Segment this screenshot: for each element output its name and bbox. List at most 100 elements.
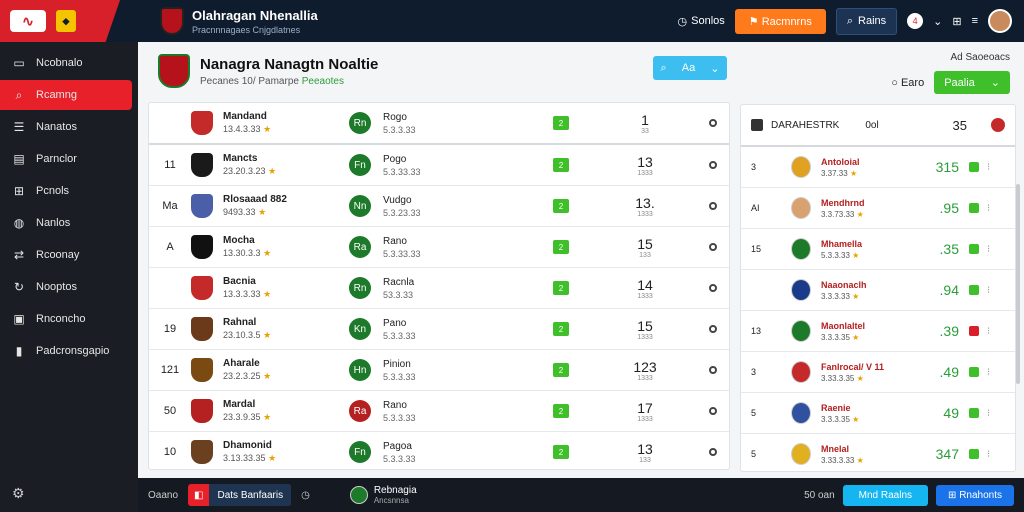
- team-date-text: 23.3.9.35: [223, 412, 261, 422]
- table-row[interactable]: 19 Rahnal 23.10.3.5 ★ Kn Pano 5.3.3.33 2…: [149, 309, 729, 350]
- table-row[interactable]: 121 Aharale 23.2.3.25 ★ Hn Pinion 5.3.3.…: [149, 350, 729, 391]
- radio-icon[interactable]: [709, 243, 717, 251]
- team-name: Mendhrnd: [821, 197, 865, 208]
- more-icon[interactable]: ⁝: [987, 203, 990, 214]
- list-item[interactable]: 3 Antoloial 3.37.33 ★ 315 ⁝: [741, 147, 1015, 188]
- opponent-name: Rano: [383, 399, 407, 411]
- table-row[interactable]: A Mocha 13.30.3.3 ★ Ra Rano 5.3.33.33 2 …: [149, 227, 729, 268]
- team-date: 23.2.3.25 ★: [223, 371, 349, 382]
- grid-icon[interactable]: ⊞: [952, 15, 961, 28]
- sidebar-item-2[interactable]: ☰ Nanatos: [0, 112, 138, 142]
- team-name: Aharale: [223, 358, 260, 369]
- search-button[interactable]: ⌕ Rains: [835, 7, 898, 35]
- sidebar-item-8[interactable]: ▣ Rnconcho: [0, 304, 138, 334]
- list-item[interactable]: 15 Mhamella 5.3.3.33 ★ .35 ⁝: [741, 229, 1015, 270]
- position: AI: [751, 203, 760, 213]
- bottom-bar: Oaano ◧ Dats Banfaaris ◷ Rebnagia Ancsnn…: [138, 478, 1024, 512]
- sidebar-item-6[interactable]: ⇄ Rcoonay: [0, 240, 138, 270]
- opponent-icon: Nn: [349, 195, 371, 217]
- main-content: Nanagra Nanagtn Noaltie Pecanes 10/ Pama…: [138, 42, 1024, 478]
- cyan-button[interactable]: Mnd Raalns: [842, 484, 929, 506]
- score-cell: 14 1333: [625, 277, 665, 300]
- form-badge: [969, 285, 979, 295]
- more-icon[interactable]: ⁝: [987, 285, 990, 296]
- scrollbar[interactable]: [1016, 184, 1020, 384]
- standings-tag: 0ol: [865, 119, 879, 131]
- team-date: 9493.33 ★: [223, 207, 349, 218]
- more-icon[interactable]: ⁝: [987, 408, 990, 419]
- notification-icon[interactable]: 4: [907, 13, 924, 29]
- team-date: 23.3.9.35 ★: [223, 412, 349, 423]
- chevron-down-icon: ⌄: [710, 62, 720, 75]
- green-dropdown-button[interactable]: Paalia ⌄: [934, 71, 1010, 94]
- top-bar: ∿ ◆ Olahragan Nhenallia Pracnnnagaes Cnj…: [0, 0, 1024, 42]
- sidebar-item-9[interactable]: ▮ Padcronsgapio: [0, 336, 138, 366]
- top-link[interactable]: ◷ Sonlos: [678, 15, 725, 28]
- more-icon[interactable]: ⁝: [987, 367, 990, 378]
- sidebar-item-3[interactable]: ▤ Parnclor: [0, 144, 138, 174]
- globe-icon: ◍: [13, 216, 25, 230]
- menu-icon[interactable]: ≡: [972, 15, 978, 27]
- row-number: A: [166, 241, 174, 253]
- opponent-cell: Pano 5.3.3.33: [383, 318, 553, 341]
- filter-dropdown[interactable]: ⌕ Aa ⌄: [653, 56, 727, 80]
- star-icon: ★: [263, 248, 272, 258]
- sidebar-item-1[interactable]: ⌕ Rcamng: [0, 80, 132, 110]
- team-date-text: 3.37.33: [821, 168, 848, 178]
- table-row[interactable]: Bacnia 13.3.3.33 ★ Rn Racnla 53.3.33 2 1…: [149, 268, 729, 309]
- brand-logo-area[interactable]: ∿ ◆: [0, 0, 120, 42]
- radio-icon[interactable]: [709, 161, 717, 169]
- points: .94: [939, 282, 959, 298]
- more-icon[interactable]: ⁝: [987, 244, 990, 255]
- team-name: Raenie: [821, 402, 851, 413]
- chevron-down-icon[interactable]: ⌄: [933, 15, 942, 28]
- info-icon[interactable]: ◷: [301, 490, 310, 501]
- more-icon[interactable]: ⁝: [987, 326, 990, 337]
- more-icon[interactable]: ⁝: [987, 449, 990, 460]
- opponent-name: Pano: [383, 317, 407, 329]
- radio-icon[interactable]: [709, 366, 717, 374]
- radio-button[interactable]: ○ Earo: [891, 77, 924, 89]
- settings-icon[interactable]: ⚙: [12, 485, 25, 502]
- opponent-icon-label: Nn: [353, 200, 367, 212]
- team-crest: [791, 402, 811, 424]
- data-button[interactable]: ◧ Dats Banfaaris: [188, 484, 292, 506]
- sidebar-item-5[interactable]: ◍ Nanlos: [0, 208, 138, 238]
- list-item[interactable]: Naaonaclh 3.3.3.33 ★ .94 ⁝: [741, 270, 1015, 311]
- record-icon[interactable]: [991, 118, 1005, 132]
- list-item[interactable]: 13 Maonlaltel 3.3.3.35 ★ .39 ⁝: [741, 311, 1015, 352]
- avatar[interactable]: [988, 9, 1012, 33]
- table-row[interactable]: Ma Rlosaaad 882 9493.33 ★ Nn Vudgo 5.3.2…: [149, 186, 729, 227]
- radio-icon[interactable]: [709, 284, 717, 292]
- radio-icon[interactable]: [709, 325, 717, 333]
- club-subtitle: Pracnnnagaes Cnjgdlatnes: [192, 24, 301, 35]
- sidebar-item-7[interactable]: ↻ Nooptos: [0, 272, 138, 302]
- orange-button[interactable]: ⚑ Racmnrns: [734, 8, 826, 34]
- team-date: 13.4.3.33 ★: [223, 124, 349, 135]
- radio-icon[interactable]: [709, 202, 717, 210]
- table-row[interactable]: 50 Mardal 23.3.9.35 ★ Ra Rano 5.3.3.33 2…: [149, 391, 729, 432]
- team-date-text: 23.10.3.5: [223, 330, 261, 340]
- sidebar-item-0[interactable]: ▭ Ncobnalo: [0, 48, 138, 78]
- star-icon: ★: [849, 168, 858, 178]
- player-card[interactable]: Rebnagia Ancsnnsa: [349, 485, 417, 505]
- status-badge: 2: [553, 281, 569, 295]
- list-item[interactable]: AI Mendhrnd 3.3.73.33 ★ .95 ⁝: [741, 188, 1015, 229]
- more-icon[interactable]: ⁝: [987, 162, 990, 173]
- radio-icon[interactable]: [709, 448, 717, 456]
- list-item[interactable]: 3 Fanlrocal/ V 11 3.33.3.35 ★ .49 ⁝: [741, 352, 1015, 393]
- opponent-icon: Hn: [349, 359, 371, 381]
- status-badge: 2: [553, 445, 569, 459]
- table-row[interactable]: 10 Dhamonid 3.13.33.35 ★ Fn Pagoa 5.3.3.…: [149, 432, 729, 469]
- list-item[interactable]: 5 Mnelal 3.33.3.33 ★ 347 ⁝: [741, 434, 1015, 471]
- score-value: 13: [637, 153, 653, 170]
- radio-icon[interactable]: [709, 407, 717, 415]
- table-row[interactable]: 11 Mancts 23.20.3.23 ★ Fn Pogo 5.3.33.33…: [149, 145, 729, 186]
- blue-button[interactable]: ⊞ Rnahonts: [936, 484, 1014, 506]
- form-badge: [969, 162, 979, 172]
- radio-icon[interactable]: [709, 119, 717, 127]
- sidebar-item-4[interactable]: ⊞ Pcnols: [0, 176, 138, 206]
- table-row[interactable]: Mandand 13.4.3.33 ★ Rn Rogo 5.3.3.33 2 1…: [149, 103, 729, 145]
- team-date-text: 5.3.3.33: [821, 250, 850, 260]
- list-item[interactable]: 5 Raenie 3.3.3.35 ★ 49 ⁝: [741, 393, 1015, 434]
